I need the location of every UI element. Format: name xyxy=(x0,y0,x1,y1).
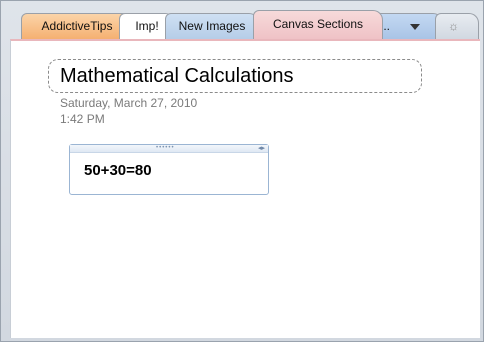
page-time: 1:42 PM xyxy=(60,112,105,126)
new-section-tab[interactable]: ☼ xyxy=(435,13,479,39)
chevron-down-icon xyxy=(410,24,420,30)
note-container[interactable]: •••••• ◂▸ 50+30=80 xyxy=(69,144,269,195)
resize-icon[interactable]: ◂▸ xyxy=(258,145,265,152)
grip-icon: •••••• xyxy=(156,145,175,151)
window-frame: AddictiveTips Imp! New Images ... Canvas… xyxy=(0,0,484,342)
page-date: Saturday, March 27, 2010 xyxy=(60,96,198,110)
note-move-handle[interactable]: •••••• ◂▸ xyxy=(70,145,268,153)
tab-canvas-sections[interactable]: Canvas Sections xyxy=(253,10,383,39)
page-canvas[interactable]: Mathematical Calculations Saturday, Marc… xyxy=(10,39,480,338)
page-title-box[interactable]: Mathematical Calculations xyxy=(48,59,422,93)
tab-new-images[interactable]: New Images xyxy=(165,13,259,39)
note-text[interactable]: 50+30=80 xyxy=(84,162,152,179)
new-section-icon: ☼ xyxy=(448,19,459,33)
tab-addictivetips[interactable]: AddictiveTips xyxy=(21,13,133,39)
section-tab-bar: AddictiveTips Imp! New Images ... Canvas… xyxy=(5,9,483,39)
page-title[interactable]: Mathematical Calculations xyxy=(60,65,293,88)
